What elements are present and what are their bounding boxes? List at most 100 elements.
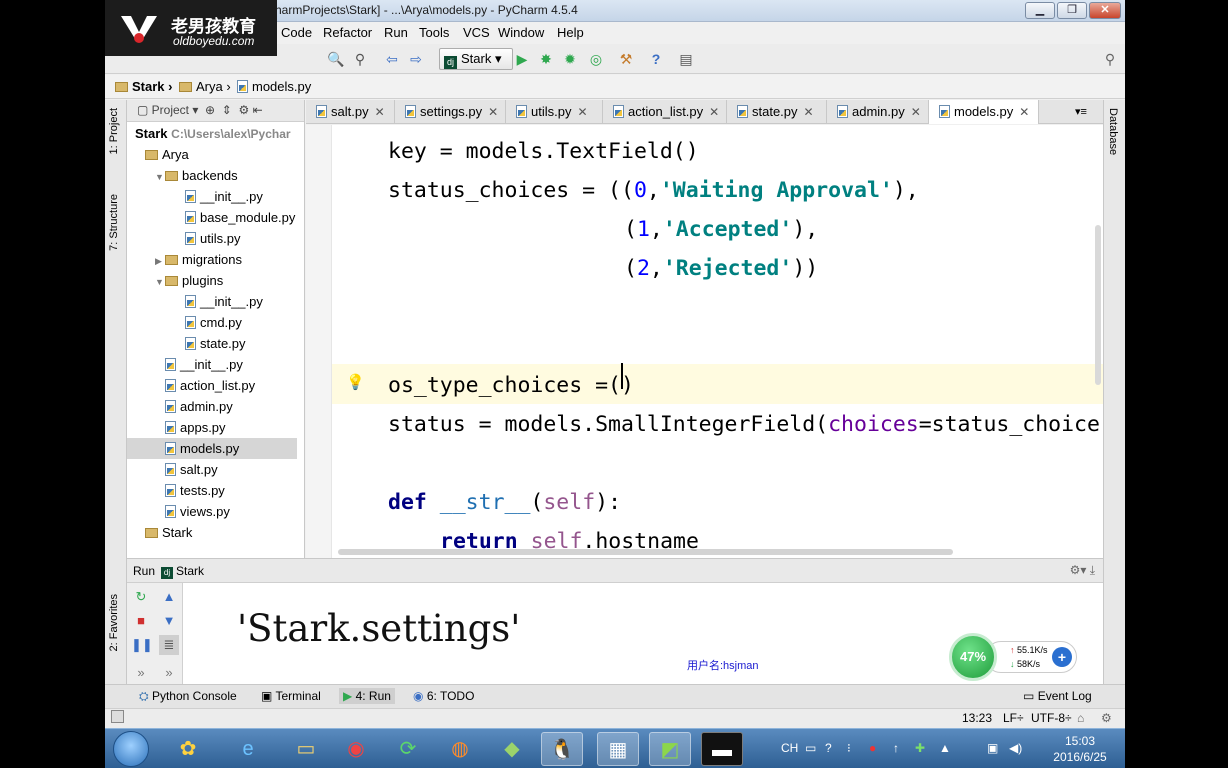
expanded-arrow-icon[interactable]: ▼ — [155, 167, 165, 188]
status-toggle-icon[interactable] — [111, 710, 124, 723]
tree-item[interactable]: __init__.py — [127, 186, 297, 207]
menu-run[interactable]: Run — [384, 25, 408, 40]
run-panel-config[interactable]: dj Stark — [161, 564, 204, 579]
tab-state[interactable]: state.py ✕ — [727, 100, 827, 124]
tree-root[interactable]: Stark C:\Users\alex\Pychar — [135, 123, 291, 144]
line-separator[interactable]: LF÷ — [1003, 711, 1024, 725]
breadcrumb-file[interactable]: models.py — [237, 79, 311, 94]
tab-settings[interactable]: settings.py ✕ — [395, 100, 506, 124]
menu-refactor[interactable]: Refactor — [323, 25, 372, 40]
run-config-select[interactable]: dj Stark ▾ — [439, 48, 513, 70]
chrome-icon[interactable]: ◉ — [335, 732, 377, 766]
close-tab-icon[interactable]: ✕ — [1019, 105, 1029, 119]
green-tray-icon[interactable]: ✚ — [915, 741, 925, 755]
close-tab-icon[interactable]: ✕ — [709, 105, 719, 119]
menu-code[interactable]: Code — [281, 25, 312, 40]
find-icon[interactable]: 🔍 — [327, 50, 345, 68]
caret-position[interactable]: 13:23 — [962, 711, 992, 725]
tree-item[interactable]: views.py — [127, 501, 297, 522]
tree-item[interactable]: Stark — [127, 522, 297, 543]
stop-icon[interactable]: ■ — [131, 611, 151, 631]
explorer-icon[interactable]: ▭ — [285, 732, 327, 766]
vertical-scrollbar[interactable] — [1095, 225, 1101, 385]
collapsed-arrow-icon[interactable]: ▶ — [155, 251, 165, 272]
tree-item[interactable]: state.py — [127, 333, 297, 354]
tool-tab-structure[interactable]: 7: Structure — [108, 194, 120, 251]
tree-item[interactable]: models.py — [127, 438, 297, 459]
show-hidden-icons[interactable]: ▲ — [939, 741, 951, 755]
replace-icon[interactable]: ⚲ — [351, 50, 369, 68]
taskbar-app-icon[interactable]: ✿ — [167, 732, 209, 766]
notes-icon[interactable]: ◆ — [491, 732, 533, 766]
minimize-button[interactable]: ▁ — [1025, 2, 1055, 19]
file-encoding[interactable]: UTF-8÷ — [1031, 711, 1072, 725]
sdk-icon[interactable]: ▤ — [677, 50, 695, 68]
tab-overflow-menu[interactable]: ▾≡ — [1071, 100, 1103, 124]
tool-tab-favorites[interactable]: 2: Favorites — [108, 594, 120, 651]
run-icon[interactable]: ▶ — [513, 50, 531, 68]
debug-icon[interactable]: ✸ — [537, 50, 555, 68]
tree-item[interactable]: admin.py — [127, 396, 297, 417]
tree-item[interactable]: __init__.py — [127, 354, 297, 375]
firefox-icon[interactable]: ◍ — [439, 732, 481, 766]
tab-salt[interactable]: salt.py ✕ — [306, 100, 395, 124]
scroll-up-icon[interactable]: ▲ — [159, 587, 179, 607]
tree-item[interactable]: __init__.py — [127, 291, 297, 312]
maximize-button[interactable]: ❐ — [1057, 2, 1087, 19]
close-tab-icon[interactable]: ✕ — [911, 105, 921, 119]
settings-tray-icon[interactable]: ⁝ — [847, 741, 851, 755]
qq-icon[interactable]: 🐧 — [541, 732, 583, 766]
tree-item[interactable]: tests.py — [127, 480, 297, 501]
input-language[interactable]: CH — [781, 741, 798, 755]
run-panel-settings-icon[interactable]: ⚙▾ ⤓ — [1070, 563, 1095, 578]
close-button[interactable]: ✕ — [1089, 2, 1121, 19]
help-tray-icon[interactable]: ? — [825, 741, 832, 755]
tree-item[interactable]: salt.py — [127, 459, 297, 480]
tree-item[interactable]: utils.py — [127, 228, 297, 249]
keyboard-icon[interactable]: ▭ — [805, 741, 816, 755]
close-tab-icon[interactable]: ✕ — [577, 105, 587, 119]
breadcrumb-arya[interactable]: Arya › — [179, 79, 231, 94]
tab-terminal[interactable]: ▣ Terminal — [261, 689, 321, 703]
tab-action-list[interactable]: action_list.py ✕ — [603, 100, 727, 124]
menu-vcs[interactable]: VCS — [463, 25, 490, 40]
pause-icon[interactable]: ❚❚ — [131, 635, 153, 655]
tool-tab-database[interactable]: Database — [1107, 108, 1119, 155]
forward-icon[interactable]: ⇨ — [407, 50, 425, 68]
code-editor[interactable]: 💡 key = models.TextField() status_choice… — [306, 125, 1103, 558]
menu-window[interactable]: Window — [498, 25, 544, 40]
tab-admin[interactable]: admin.py ✕ — [827, 100, 929, 124]
menu-help[interactable]: Help — [557, 25, 584, 40]
system-clock[interactable]: 15:03 2016/6/25 — [1045, 733, 1115, 765]
event-log[interactable]: ▭ Event Log — [1023, 689, 1092, 703]
tab-python-console[interactable]: ⛭ Python Console — [139, 689, 237, 704]
settings-icon[interactable]: ⚒ — [617, 50, 635, 68]
soft-wrap-icon[interactable]: ≣ — [159, 635, 179, 655]
lock-icon[interactable]: ⌂ — [1077, 711, 1084, 725]
search-everywhere-icon[interactable]: ⚲ — [1101, 50, 1119, 68]
scroll-down-icon[interactable]: ▼ — [159, 611, 179, 631]
upload-tray-icon[interactable]: ↑ — [893, 741, 899, 755]
horizontal-scrollbar[interactable] — [338, 549, 953, 555]
record-tray-icon[interactable]: ● — [869, 741, 876, 755]
more-icon[interactable]: » — [131, 663, 151, 683]
start-button[interactable] — [113, 731, 149, 767]
profile-icon[interactable]: ◎ — [587, 50, 605, 68]
tree-item[interactable]: ▶ migrations — [127, 249, 297, 270]
sync-icon[interactable]: ⟳ — [387, 732, 429, 766]
tree-item[interactable]: ▼ backends — [127, 165, 297, 186]
pycharm-taskbar-icon[interactable]: ▦ — [597, 732, 639, 766]
network-speed-widget[interactable]: ↑ 55.1K/s ↓ 58K/s + 47% — [947, 633, 1077, 681]
tab-models[interactable]: models.py ✕ — [929, 100, 1039, 124]
close-tab-icon[interactable]: ✕ — [488, 105, 498, 119]
tree-item[interactable]: cmd.py — [127, 312, 297, 333]
plus-icon[interactable]: + — [1052, 647, 1072, 667]
volume-icon[interactable]: ◀) — [1009, 741, 1022, 755]
menu-tools[interactable]: Tools — [419, 25, 449, 40]
editor-taskbar-icon[interactable]: ◩ — [649, 732, 691, 766]
tab-utils[interactable]: utils.py ✕ — [506, 100, 603, 124]
expanded-arrow-icon[interactable]: ▼ — [155, 272, 165, 293]
cmd-taskbar-icon[interactable]: ▬ — [701, 732, 743, 766]
rerun-icon[interactable]: ↻ — [131, 587, 151, 607]
coverage-icon[interactable]: ✹ — [561, 50, 579, 68]
